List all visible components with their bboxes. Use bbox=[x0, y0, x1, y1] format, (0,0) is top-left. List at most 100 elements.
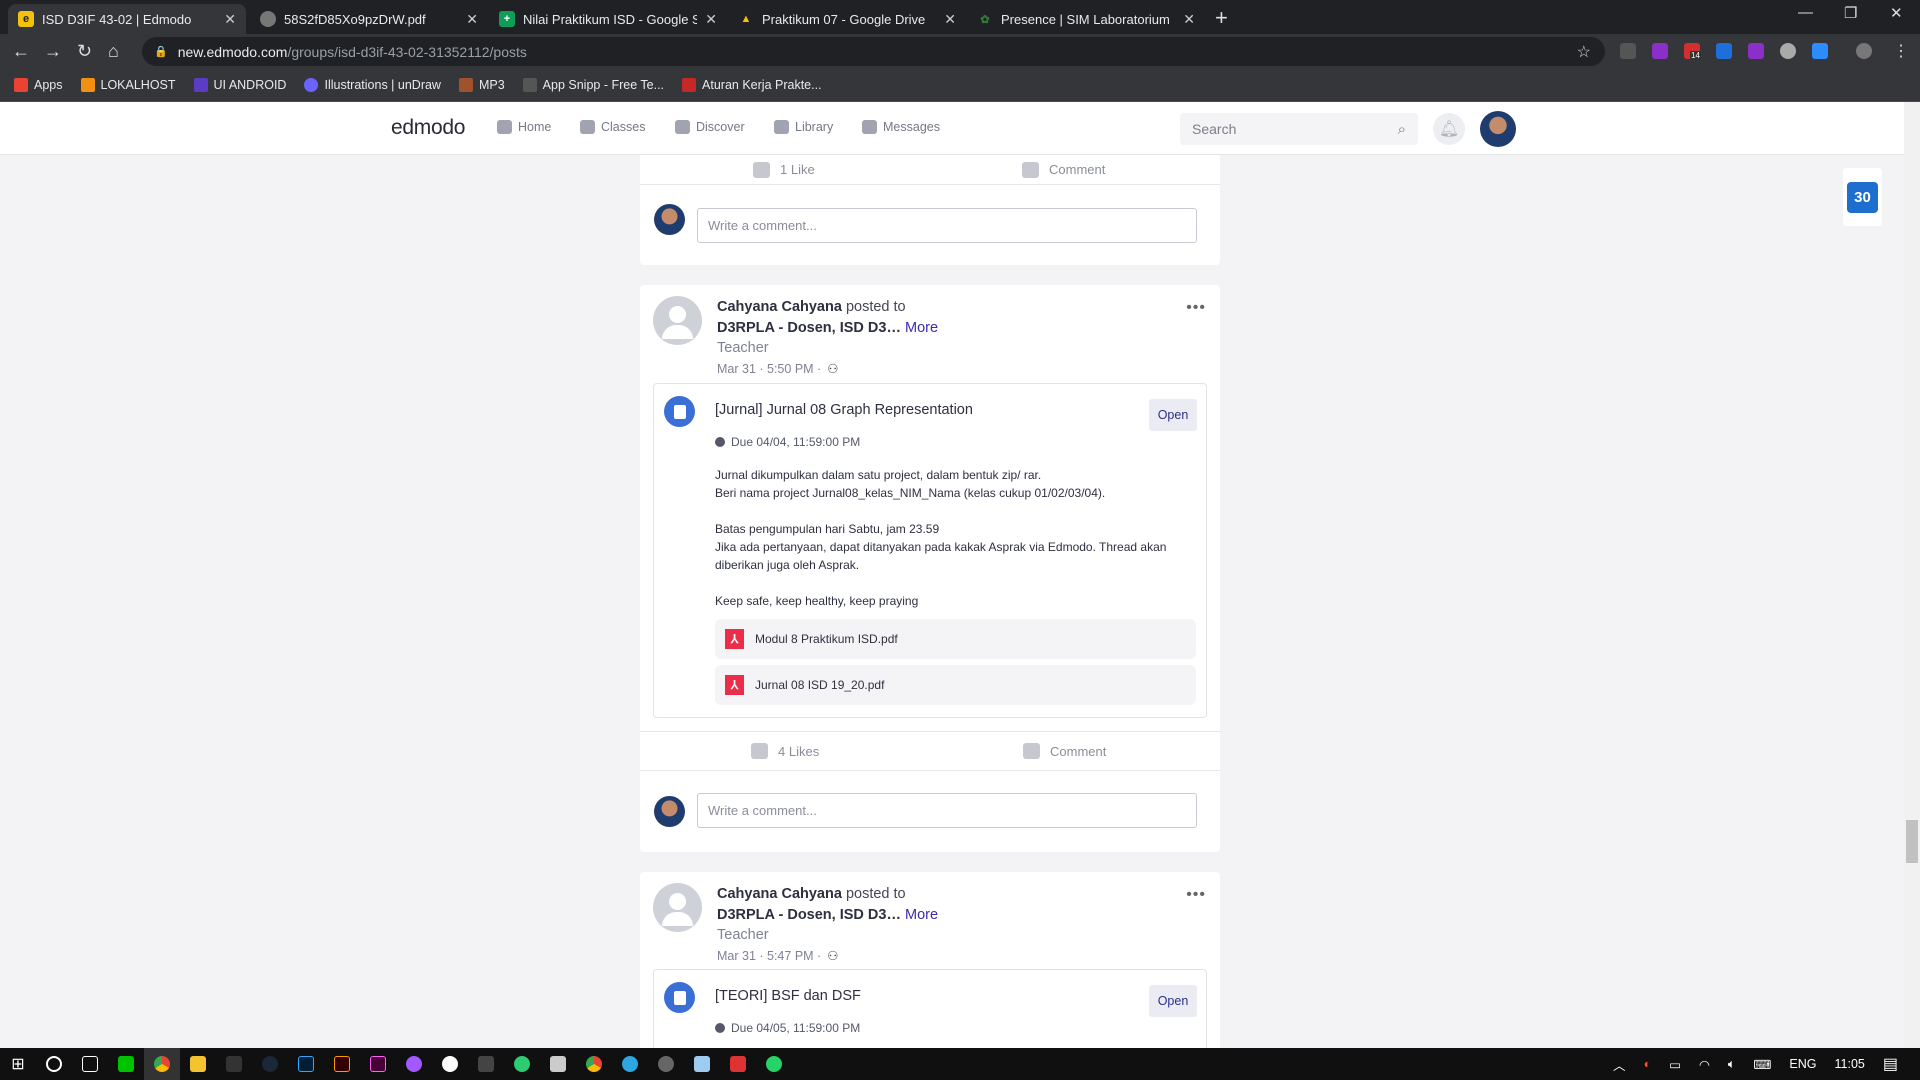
taskbar-app-illustrator[interactable] bbox=[324, 1048, 360, 1080]
tab-presence[interactable]: ✿ Presence | SIM Laboratorium ✕ bbox=[967, 4, 1205, 34]
comment-input[interactable]: Write a comment... bbox=[697, 208, 1197, 243]
keyboard-icon[interactable]: ⌨ bbox=[1753, 1057, 1771, 1072]
clock[interactable]: 11:05 bbox=[1835, 1057, 1865, 1071]
taskbar-app-chrome-alt[interactable] bbox=[576, 1048, 612, 1080]
battery-icon[interactable]: ▭ bbox=[1669, 1057, 1681, 1072]
taskbar-app[interactable] bbox=[504, 1048, 540, 1080]
open-assignment-button[interactable]: Open bbox=[1149, 399, 1197, 431]
scrollbar-thumb[interactable] bbox=[1906, 820, 1918, 863]
taskbar-app-xd[interactable] bbox=[360, 1048, 396, 1080]
bookmark-apps[interactable]: Apps bbox=[14, 78, 63, 92]
bookmark-ui-android[interactable]: UI ANDROID bbox=[193, 78, 286, 92]
profile-icon[interactable] bbox=[1856, 43, 1872, 59]
taskbar-app-telegram[interactable] bbox=[612, 1048, 648, 1080]
close-tab-icon[interactable]: ✕ bbox=[944, 11, 956, 28]
restore-button[interactable]: ❐ bbox=[1844, 4, 1857, 22]
extension-icon[interactable] bbox=[1620, 43, 1636, 59]
bookmark-mp3[interactable]: MP3 bbox=[458, 78, 505, 92]
nav-home[interactable]: Home bbox=[497, 120, 551, 134]
comment-button[interactable]: Comment bbox=[1023, 743, 1106, 759]
start-button[interactable]: ⊞ bbox=[0, 1048, 36, 1080]
cortana-button[interactable] bbox=[36, 1048, 72, 1080]
menu-icon[interactable]: ⋮ bbox=[1893, 41, 1909, 61]
home-icon[interactable]: ⌂ bbox=[108, 41, 119, 62]
close-tab-icon[interactable]: ✕ bbox=[705, 11, 717, 28]
assignment-title[interactable]: [TEORI] BSF dan DSF bbox=[715, 988, 861, 1004]
zoom-extension-icon[interactable] bbox=[1812, 43, 1828, 59]
globe-extension-icon[interactable] bbox=[1780, 43, 1796, 59]
task-view-button[interactable] bbox=[72, 1048, 108, 1080]
comment-button[interactable]: Comment bbox=[1022, 161, 1105, 178]
assignment-title[interactable]: [Jurnal] Jurnal 08 Graph Representation bbox=[715, 402, 973, 418]
wifi-icon[interactable]: ◠ bbox=[1699, 1057, 1710, 1072]
taskbar-app-photoshop[interactable] bbox=[288, 1048, 324, 1080]
comment-input[interactable]: Write a comment... bbox=[697, 793, 1197, 828]
notifications-bell-icon[interactable]: 🔔︎ bbox=[1433, 113, 1465, 145]
bookmark-aturan-kerja[interactable]: Aturan Kerja Prakte... bbox=[682, 78, 822, 92]
language-indicator[interactable]: ENG bbox=[1789, 1057, 1816, 1071]
search-icon[interactable]: ⌕ bbox=[1398, 121, 1406, 138]
more-groups-link[interactable]: More bbox=[905, 320, 938, 336]
more-groups-link[interactable]: More bbox=[905, 907, 938, 923]
post-groups[interactable]: D3RPLA - Dosen, ISD D3… bbox=[717, 907, 901, 923]
calendar-widget[interactable]: 30 bbox=[1843, 168, 1882, 226]
close-window-button[interactable]: ✕ bbox=[1890, 4, 1903, 22]
action-center-icon[interactable]: ▤ bbox=[1883, 1054, 1898, 1074]
new-tab-button[interactable]: + bbox=[1215, 5, 1228, 31]
url-bar[interactable]: 🔒 new.edmodo.com/groups/isd-d3if-43-02-3… bbox=[142, 37, 1605, 66]
post-options-icon[interactable]: ••• bbox=[1186, 299, 1206, 317]
nav-discover[interactable]: Discover bbox=[675, 120, 745, 134]
close-tab-icon[interactable]: ✕ bbox=[224, 11, 236, 28]
nav-classes[interactable]: Classes bbox=[580, 120, 645, 134]
bookmark-lokalhost[interactable]: LOKALHOST bbox=[80, 78, 176, 92]
volume-icon[interactable]: 🔈︎ bbox=[1728, 1057, 1736, 1072]
show-hidden-icons[interactable]: ︿ bbox=[1613, 1055, 1626, 1074]
tab-drive[interactable]: ▲ Praktikum 07 - Google Drive ✕ bbox=[728, 4, 966, 34]
taskbar-app[interactable] bbox=[432, 1048, 468, 1080]
nav-library[interactable]: Library bbox=[774, 120, 833, 134]
extension-badge-icon[interactable]: 14 bbox=[1684, 43, 1701, 60]
taskbar-app-chrome[interactable] bbox=[144, 1048, 180, 1080]
taskbar-app-explorer[interactable] bbox=[180, 1048, 216, 1080]
user-avatar[interactable] bbox=[1480, 111, 1516, 147]
taskbar-app[interactable] bbox=[540, 1048, 576, 1080]
search-input[interactable]: Search ⌕ bbox=[1180, 113, 1418, 145]
author-name[interactable]: Cahyana Cahyana bbox=[717, 299, 842, 315]
taskbar-app-steam[interactable] bbox=[252, 1048, 288, 1080]
bookmark-app-snipp[interactable]: App Snipp - Free Te... bbox=[522, 78, 664, 92]
taskbar-app[interactable] bbox=[720, 1048, 756, 1080]
bookmark-undraw[interactable]: Illustrations | unDraw bbox=[304, 78, 441, 92]
close-tab-icon[interactable]: ✕ bbox=[1183, 11, 1195, 28]
extension-icon[interactable] bbox=[1652, 43, 1668, 59]
tab-pdf[interactable]: 58S2fD85Xo9pzDrW.pdf ✕ bbox=[250, 4, 488, 34]
ccleaner-icon[interactable]: ◐ bbox=[1644, 1057, 1652, 1071]
taskbar-app-line[interactable] bbox=[108, 1048, 144, 1080]
taskbar-app-whatsapp[interactable] bbox=[756, 1048, 792, 1080]
attachment-file[interactable]: ⅄ Modul 8 Praktikum ISD.pdf bbox=[715, 619, 1196, 659]
taskbar-app-epic[interactable] bbox=[216, 1048, 252, 1080]
tab-edmodo[interactable]: e ISD D3IF 43-02 | Edmodo ✕ bbox=[8, 4, 246, 34]
post-groups[interactable]: D3RPLA - Dosen, ISD D3… bbox=[717, 320, 901, 336]
like-button[interactable]: 4 Likes bbox=[751, 743, 819, 759]
open-assignment-button[interactable]: Open bbox=[1149, 985, 1197, 1017]
reload-icon[interactable]: ↻ bbox=[77, 41, 92, 62]
close-tab-icon[interactable]: ✕ bbox=[466, 11, 478, 28]
taskbar-app[interactable] bbox=[396, 1048, 432, 1080]
tab-sheets[interactable]: + Nilai Praktikum ISD - Google Spr ✕ bbox=[489, 4, 727, 34]
edmodo-logo[interactable]: edmodo bbox=[391, 116, 465, 140]
author-name[interactable]: Cahyana Cahyana bbox=[717, 886, 842, 902]
taskbar-app[interactable] bbox=[468, 1048, 504, 1080]
extension-icon[interactable] bbox=[1748, 43, 1764, 59]
post-options-icon[interactable]: ••• bbox=[1186, 886, 1206, 904]
page-scrollbar[interactable] bbox=[1904, 102, 1920, 1048]
taskbar-app[interactable] bbox=[648, 1048, 684, 1080]
taskbar-app-notepad[interactable] bbox=[684, 1048, 720, 1080]
minimize-button[interactable]: — bbox=[1798, 4, 1813, 21]
nav-messages[interactable]: Messages bbox=[862, 120, 940, 134]
forward-icon[interactable]: → bbox=[44, 41, 62, 62]
translate-icon[interactable] bbox=[1716, 43, 1732, 59]
like-button[interactable]: 1 Like bbox=[753, 161, 815, 178]
attachment-file[interactable]: ⅄ Jurnal 08 ISD 19_20.pdf bbox=[715, 665, 1196, 705]
bookmark-star-icon[interactable]: ☆ bbox=[1577, 42, 1591, 62]
back-icon[interactable]: ← bbox=[12, 41, 30, 62]
